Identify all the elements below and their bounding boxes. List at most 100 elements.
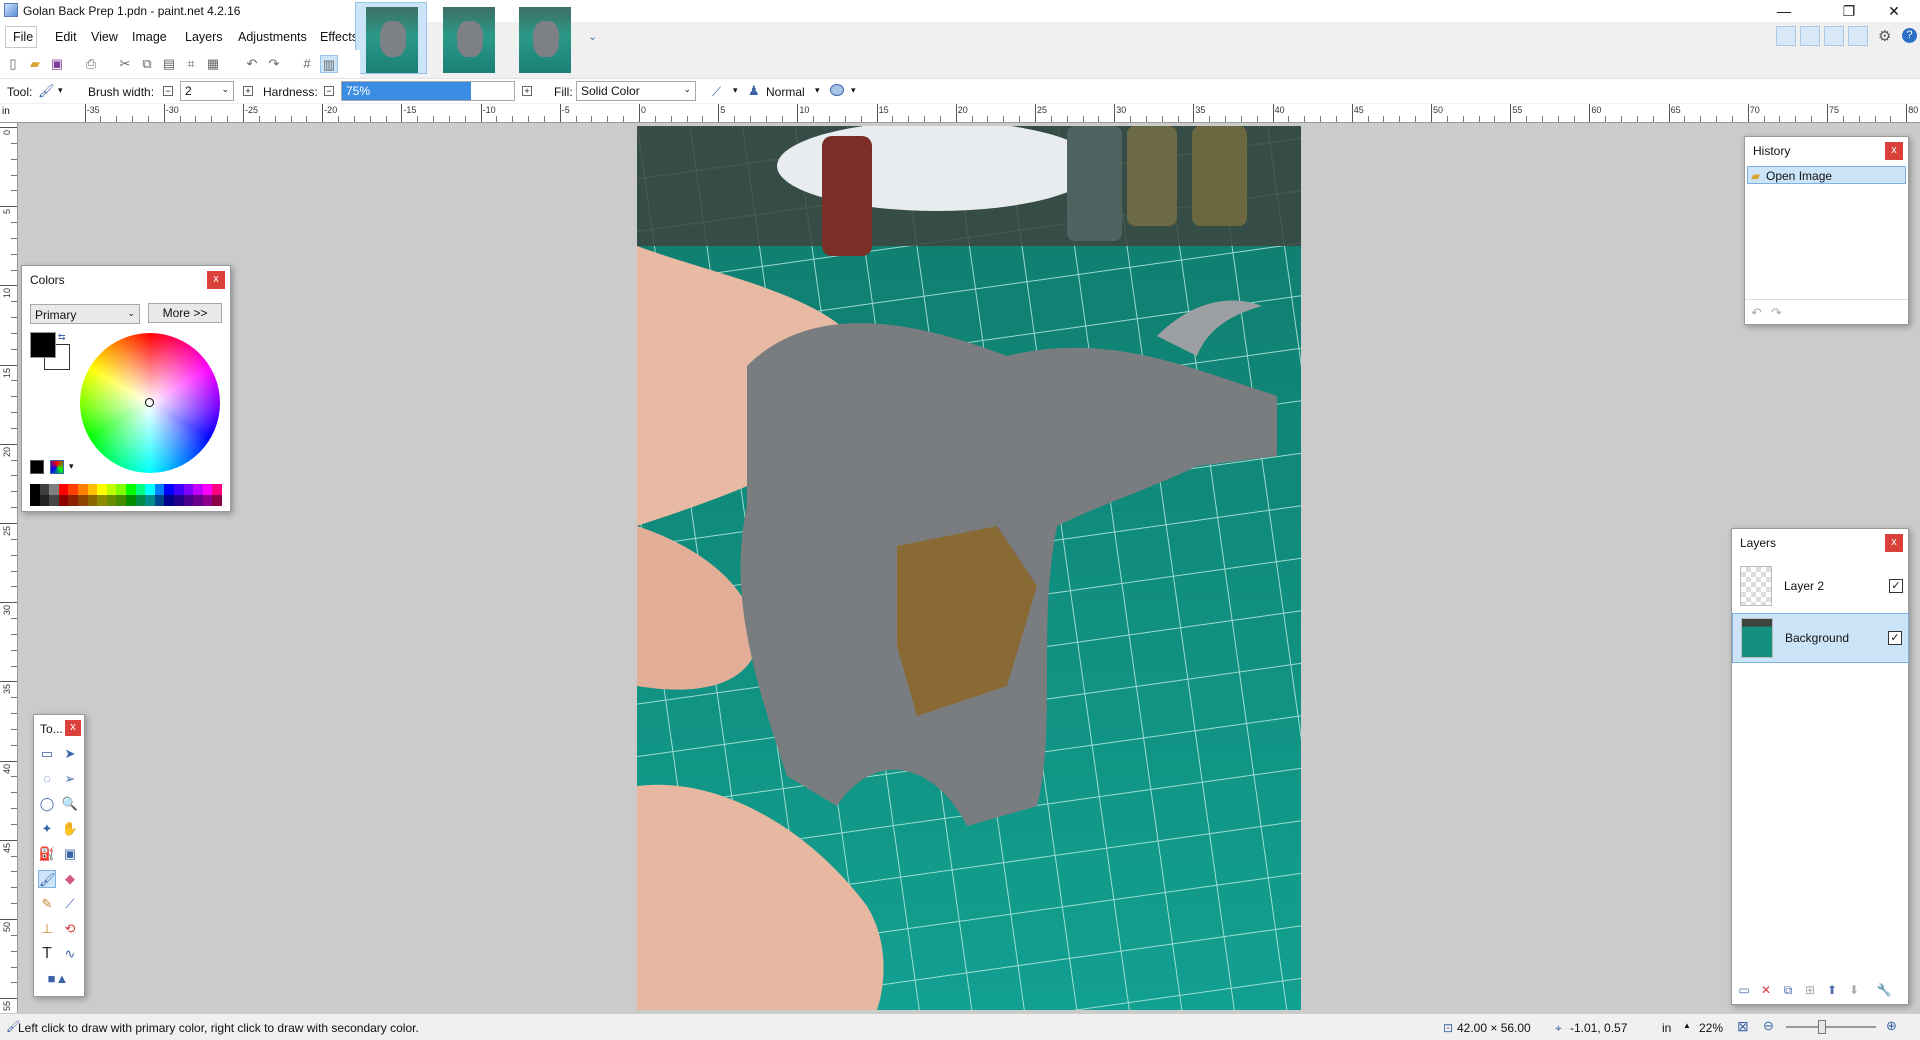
palette-swatch[interactable] — [135, 495, 146, 506]
palette-swatch[interactable] — [145, 495, 155, 506]
close-icon[interactable]: x — [1885, 142, 1903, 160]
paintbrush-tool-icon[interactable]: 🖌 — [38, 870, 56, 888]
palette-swatch[interactable] — [58, 495, 69, 506]
palette-swatch[interactable] — [145, 484, 155, 495]
zoom-out-icon[interactable]: ⊖ — [1763, 1018, 1774, 1034]
brush-width-increase-button[interactable]: + — [243, 86, 253, 96]
tools-window-toggle-icon[interactable] — [1776, 26, 1796, 46]
palette-swatch[interactable] — [30, 495, 40, 506]
maximize-button[interactable]: ❐ — [1835, 2, 1863, 20]
paste-icon[interactable]: ▤ — [160, 55, 178, 73]
palette-swatch[interactable] — [202, 484, 213, 495]
ellipse-select-icon[interactable]: ◯ — [38, 795, 56, 813]
palette-swatch[interactable] — [87, 484, 98, 495]
new-file-icon[interactable]: ▯ — [4, 55, 22, 73]
palette-swatch[interactable] — [58, 484, 69, 495]
colors-window-toggle-icon[interactable] — [1848, 26, 1868, 46]
duplicate-layer-icon[interactable]: ⧉ — [1780, 982, 1796, 998]
text-icon[interactable]: T — [38, 945, 56, 963]
zoom-to-window-icon[interactable]: ⊠ — [1737, 1018, 1749, 1035]
save-icon[interactable]: ▣ — [48, 55, 66, 73]
paint-bucket-icon[interactable]: ⛽ — [38, 845, 56, 863]
zoom-slider-thumb[interactable] — [1818, 1020, 1826, 1034]
palette-strip[interactable] — [30, 484, 223, 506]
crop-icon[interactable]: ⌗ — [182, 55, 200, 73]
palette-swatch[interactable] — [183, 495, 194, 506]
add-layer-icon[interactable]: ▭ — [1736, 982, 1752, 998]
fill-select[interactable]: Solid Color ⌄ — [576, 81, 696, 101]
hardness-slider[interactable]: 75% — [341, 81, 515, 101]
palette-swatch[interactable] — [97, 495, 107, 506]
close-icon[interactable]: x — [1885, 534, 1903, 552]
move-selected-icon[interactable]: ➤ — [61, 745, 79, 763]
chevron-down-icon[interactable]: ▾ — [69, 461, 74, 472]
recolor-icon[interactable]: ⟲ — [61, 920, 79, 938]
units-select[interactable]: in — [1662, 1021, 1671, 1035]
document-tab-3[interactable] — [508, 2, 580, 74]
history-item[interactable]: ▰ Open Image — [1747, 166, 1906, 184]
layer-properties-icon[interactable]: 🔧 — [1876, 982, 1892, 998]
close-button[interactable]: ✕ — [1880, 2, 1908, 20]
document-tab-1[interactable] — [355, 2, 427, 74]
layer-visibility-checkbox[interactable]: ✓ — [1889, 579, 1903, 593]
palette-swatch[interactable] — [97, 484, 107, 495]
cut-icon[interactable]: ✂ — [116, 55, 134, 73]
canvas-image[interactable] — [637, 126, 1301, 1010]
palette-swatch[interactable] — [68, 484, 78, 495]
palette-swatch[interactable] — [212, 495, 222, 506]
palette-icon[interactable] — [50, 460, 64, 474]
palette-swatch[interactable] — [68, 495, 78, 506]
palette-swatch[interactable] — [87, 495, 98, 506]
lasso-select-icon[interactable]: ◌ — [38, 770, 56, 788]
grid-icon[interactable]: # — [298, 55, 316, 73]
color-wheel[interactable] — [80, 333, 220, 473]
menu-layers[interactable]: Layers — [185, 30, 223, 44]
palette-swatch[interactable] — [49, 495, 59, 506]
menu-view[interactable]: View — [91, 30, 118, 44]
layers-window-toggle-icon[interactable] — [1824, 26, 1844, 46]
palette-swatch[interactable] — [106, 495, 117, 506]
print-icon[interactable]: ⎙ — [82, 55, 100, 73]
undo-icon[interactable]: ↶ — [1751, 305, 1762, 321]
deselect-icon[interactable]: ▦ — [204, 55, 222, 73]
menu-effects[interactable]: Effects — [320, 30, 358, 44]
color-mode-select[interactable]: Primary ⌄ — [30, 304, 140, 324]
menu-image[interactable]: Image — [132, 30, 167, 44]
blend-mode-value[interactable]: Normal — [766, 85, 805, 99]
primary-color-swatch[interactable] — [30, 332, 56, 358]
paintbrush-icon[interactable]: 🖌 — [38, 83, 55, 99]
magic-wand-icon[interactable]: ✦ — [38, 820, 56, 838]
open-file-icon[interactable]: ▰ — [26, 55, 44, 73]
minimize-button[interactable]: — — [1770, 2, 1798, 20]
shapes-icon[interactable]: ■▲ — [38, 970, 78, 988]
palette-swatch[interactable] — [49, 484, 59, 495]
gradient-icon[interactable]: ▣ — [61, 845, 79, 863]
pan-icon[interactable]: ✋ — [61, 820, 79, 838]
palette-swatch[interactable] — [116, 495, 126, 506]
move-layer-down-icon[interactable]: ⬇ — [1846, 982, 1862, 998]
zoom-in-icon[interactable]: ⊕ — [1886, 1018, 1897, 1034]
swap-colors-icon[interactable]: ⇆ — [58, 332, 66, 343]
palette-swatch[interactable] — [116, 484, 126, 495]
eraser-icon[interactable]: ◆ — [61, 870, 79, 888]
palette-swatch[interactable] — [183, 484, 194, 495]
palette-swatch[interactable] — [125, 484, 136, 495]
palette-swatch[interactable] — [77, 495, 88, 506]
menu-edit[interactable]: Edit — [55, 30, 77, 44]
line-curve-icon[interactable]: ∿ — [61, 945, 79, 963]
chevron-down-icon[interactable]: ▾ — [58, 85, 63, 96]
zoom-slider[interactable] — [1786, 1020, 1876, 1034]
more-button[interactable]: More >> — [148, 303, 222, 323]
color-picker-icon[interactable]: ⟋ — [61, 895, 79, 913]
palette-swatch[interactable] — [173, 484, 184, 495]
gear-icon[interactable]: ⚙ — [1878, 27, 1891, 45]
help-icon[interactable]: ? — [1902, 28, 1917, 43]
palette-swatch[interactable] — [164, 495, 174, 506]
history-window-toggle-icon[interactable] — [1800, 26, 1820, 46]
copy-icon[interactable]: ⧉ — [138, 55, 156, 73]
move-layer-up-icon[interactable]: ⬆ — [1824, 982, 1840, 998]
chevron-down-icon[interactable]: ▾ — [733, 85, 738, 96]
palette-swatch[interactable] — [125, 495, 136, 506]
layer-row-layer-2[interactable]: Layer 2 ✓ — [1732, 561, 1909, 611]
delete-layer-icon[interactable]: ✕ — [1758, 982, 1774, 998]
